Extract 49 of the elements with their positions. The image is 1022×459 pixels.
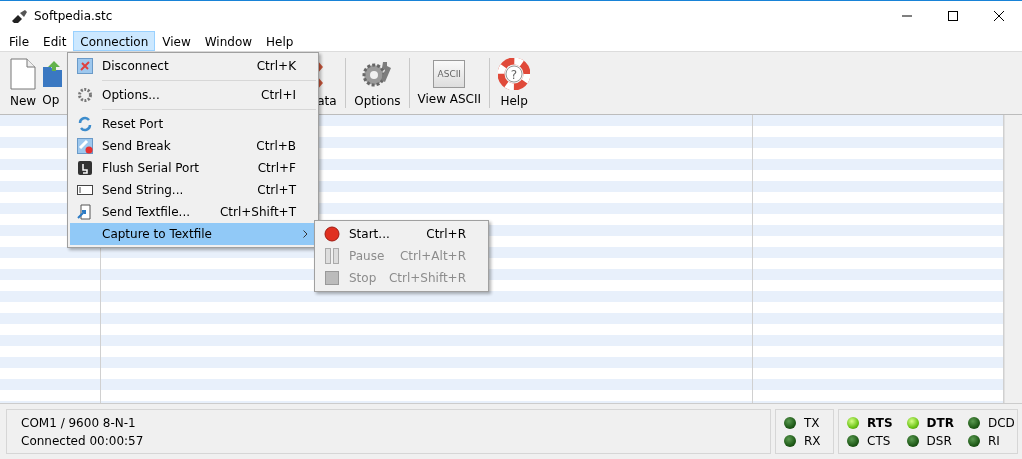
toolbar-button[interactable]: Options bbox=[348, 52, 407, 114]
connector-icon bbox=[10, 8, 28, 23]
led-label: RTS bbox=[867, 415, 893, 430]
gear-icon bbox=[77, 87, 93, 103]
document-icon bbox=[10, 58, 37, 90]
led-label: DTR bbox=[926, 415, 954, 430]
close-icon bbox=[994, 10, 1004, 21]
connection-time: Connected 00:00:57 bbox=[21, 433, 144, 448]
toolbar-button[interactable]: Op bbox=[42, 52, 67, 114]
ascii-icon: ASCII bbox=[433, 60, 466, 88]
menu-item[interactable]: File bbox=[2, 30, 37, 51]
plug-icon bbox=[77, 58, 93, 74]
menu-item[interactable]: Help bbox=[259, 30, 301, 51]
menu-item[interactable]: Window bbox=[197, 30, 260, 51]
menu-entry[interactable]: Flush Serial Port Ctrl+F bbox=[70, 157, 316, 179]
chevron-icon bbox=[303, 230, 308, 238]
menu-entry[interactable]: Disconnect Ctrl+K bbox=[70, 55, 316, 77]
toolbar-button[interactable]: ASCII View ASCII bbox=[411, 52, 488, 114]
menu-item[interactable]: Connection bbox=[73, 30, 156, 51]
menu-item[interactable]: View bbox=[155, 30, 198, 51]
led-label: CTS bbox=[867, 433, 891, 448]
stop-icon bbox=[325, 271, 339, 285]
scrollbar[interactable] bbox=[1004, 115, 1022, 403]
led-label: DCD bbox=[987, 415, 1015, 430]
text-field-icon bbox=[77, 185, 93, 195]
maximize-icon bbox=[948, 10, 958, 21]
menu-entry[interactable]: Capture to Textfile bbox=[70, 223, 316, 245]
toolbar-button[interactable]: ? Help bbox=[492, 52, 537, 114]
pause-icon bbox=[325, 248, 339, 264]
menu-entry[interactable]: Send String... Ctrl+T bbox=[70, 179, 316, 201]
menu-entry[interactable]: Start... Ctrl+R bbox=[317, 223, 486, 245]
refresh-icon bbox=[77, 116, 93, 132]
led-label: RI bbox=[987, 433, 1000, 448]
record-icon bbox=[324, 226, 340, 242]
window-title: Softpedia.stc bbox=[34, 8, 113, 23]
folder-icon bbox=[42, 59, 63, 89]
led-label: DSR bbox=[926, 433, 952, 448]
menu-entry[interactable]: Reset Port bbox=[70, 113, 316, 135]
flush-icon bbox=[77, 160, 93, 176]
led-label: TX bbox=[804, 415, 820, 430]
menu-item[interactable]: Edit bbox=[36, 30, 74, 51]
menu-entry[interactable]: Send Textfile... Ctrl+Shift+T bbox=[70, 201, 316, 223]
port-settings: COM1 / 9600 8-N-1 bbox=[21, 415, 137, 430]
menu-entry[interactable]: Send Break Ctrl+B bbox=[70, 135, 316, 157]
lifebuoy-icon: ? bbox=[498, 58, 531, 90]
toolbar-button[interactable]: New bbox=[4, 52, 43, 114]
menu-entry[interactable]: Options... Ctrl+I bbox=[70, 84, 316, 106]
led-label: RX bbox=[804, 433, 821, 448]
break-icon bbox=[77, 138, 93, 154]
